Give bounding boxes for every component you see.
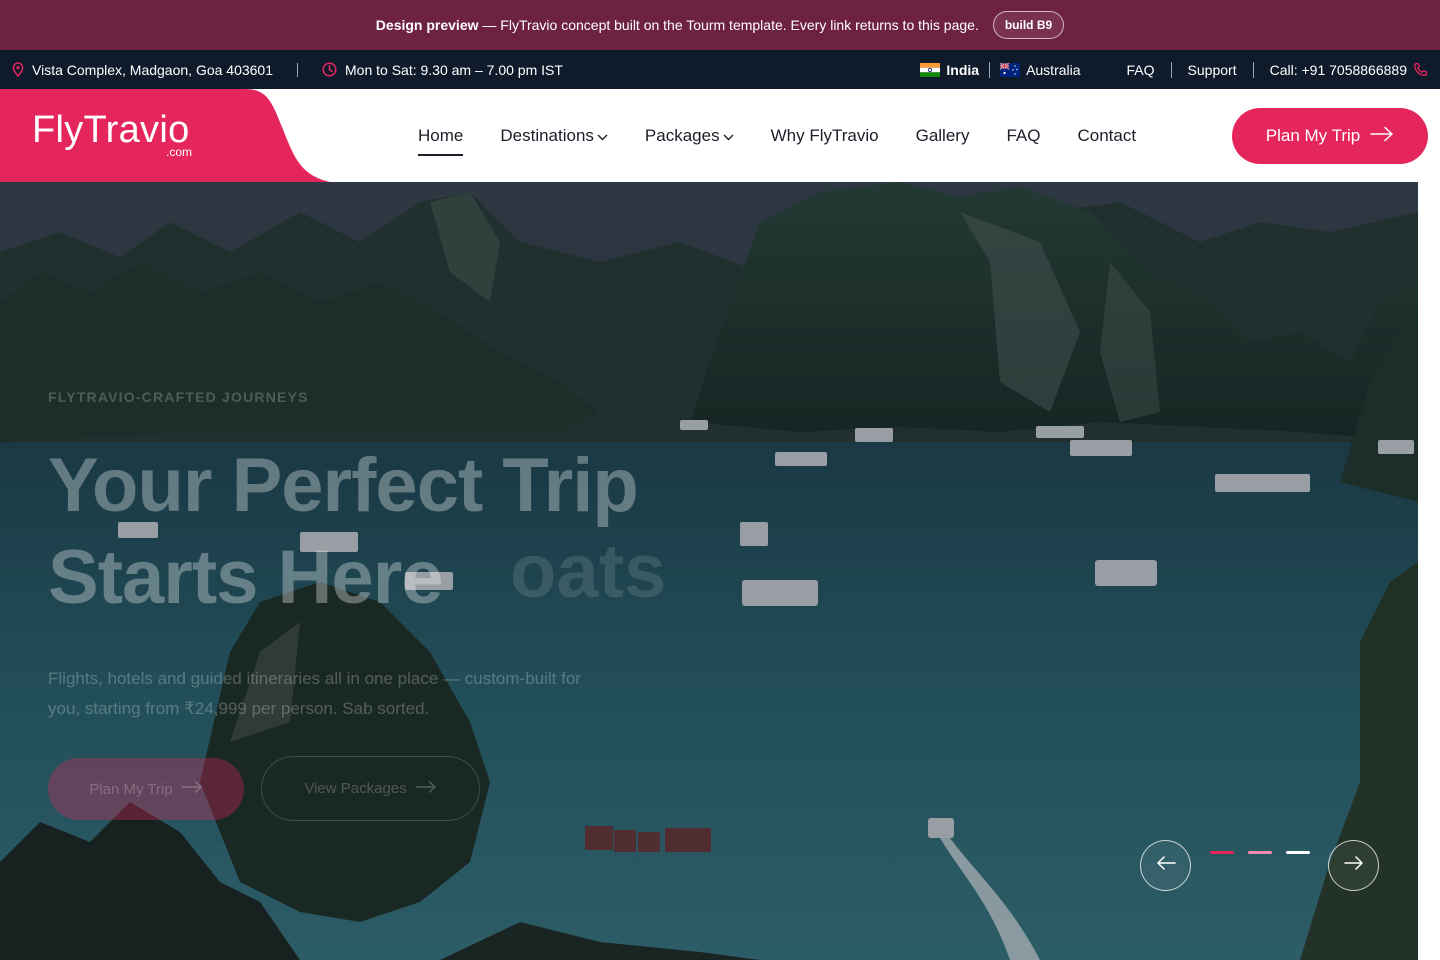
divider [989,61,991,78]
phone-icon [1413,62,1428,77]
nav-why-flytravio[interactable]: Why FlyTravio [771,122,879,150]
slider-dot-3[interactable] [1286,851,1310,854]
chevron-down-icon [597,126,608,146]
nav-home[interactable]: Home [418,122,464,156]
plan-my-trip-label: Plan My Trip [1265,126,1361,145]
hero-plan-trip-button[interactable]: Plan My Trip [48,758,244,820]
arrow-left-icon [1156,856,1176,875]
hero-view-packages-label: View Packages [304,780,407,797]
hours-text: Mon to Sat: 9.30 am – 7.00 pm IST [345,61,563,78]
location-pin-icon [12,62,24,77]
hero-subtext: Flights, hotels and guided itineraries a… [48,664,668,724]
logo-subtext: .com [166,145,193,159]
arrow-right-icon [1370,126,1394,147]
nav-home-label: Home [418,125,464,145]
support-link[interactable]: Support [1188,62,1237,78]
main-header: FlyTravio .com Home Destinations Package… [0,89,1440,182]
nav-packages[interactable]: Packages [645,122,734,150]
nav-gallery-label: Gallery [915,125,970,145]
faq-link[interactable]: FAQ [1127,62,1155,78]
preview-banner: Design preview — FlyTravio concept built… [0,0,1440,50]
plan-my-trip-button[interactable]: Plan My Trip [1232,108,1428,164]
australia-flag-icon [999,61,1021,77]
nav-destinations[interactable]: Destinations [500,122,608,150]
preview-bold: Design preview [375,17,479,33]
nav-faq[interactable]: FAQ [1006,122,1040,150]
country-india[interactable]: India [920,62,979,78]
logo[interactable]: FlyTravio .com [0,89,330,182]
hours-info: Mon to Sat: 9.30 am – 7.00 pm IST [322,62,563,78]
nav-gallery[interactable]: Gallery [916,122,970,150]
slider-prev-button[interactable] [1140,840,1191,891]
call-link[interactable]: Call: +91 7058866889 [1270,62,1407,78]
slider-dot-2[interactable] [1248,851,1272,854]
top-info-bar: Vista Complex, Madgaon, Goa 403601 Mon t… [0,50,1440,89]
clock-icon [322,62,337,77]
address-text: Vista Complex, Madgaon, Goa 403601 [32,61,274,78]
preview-description: — FlyTravio concept built on the Tourm t… [482,17,979,33]
nav-contact-label: Contact [1077,125,1137,145]
divider [1170,61,1172,78]
nav-contact[interactable]: Contact [1077,122,1136,150]
arrow-right-icon [415,780,437,798]
slider-dot-1[interactable] [1210,851,1234,854]
nav-faq-label: FAQ [1006,125,1041,145]
hero-plan-trip-label: Plan My Trip [89,780,173,798]
hero-headline-line1: Your Perfect Trip [48,443,639,528]
country-australia[interactable]: Australia [999,61,1081,78]
slider-next-button[interactable] [1328,840,1379,891]
divider [1252,61,1254,78]
country-australia-label: Australia [1026,61,1081,78]
nav-destinations-label: Destinations [500,125,594,145]
preview-text: Design preview — FlyTravio concept built… [376,17,979,33]
hero-slider: FLYTRAVIO-CRAFTED JOURNEYS Your Perfect … [0,182,1418,960]
hero-subtext-line1: Flights, hotels and guided itineraries a… [48,669,581,688]
page-edge-strip [1418,182,1440,960]
address-info: Vista Complex, Madgaon, Goa 403601 [12,62,273,78]
divider [297,62,299,77]
hero-view-packages-button[interactable]: View Packages [261,756,480,821]
main-nav: Home Destinations Packages Why FlyTravio… [418,89,1173,182]
hero-subtext-line2: you, starting from ₹24,999 per person. S… [48,699,430,718]
india-flag-icon [920,62,941,77]
nav-why-label: Why FlyTravio [770,125,879,145]
chevron-down-icon [723,126,734,146]
hero-eyebrow: FLYTRAVIO-CRAFTED JOURNEYS [48,389,309,405]
country-india-label: India [946,61,980,78]
build-badge: build B9 [992,11,1065,39]
hero-ghost-text: oats [510,529,667,614]
nav-packages-label: Packages [644,125,720,145]
arrow-right-icon [181,780,203,798]
arrow-right-icon [1343,856,1364,875]
